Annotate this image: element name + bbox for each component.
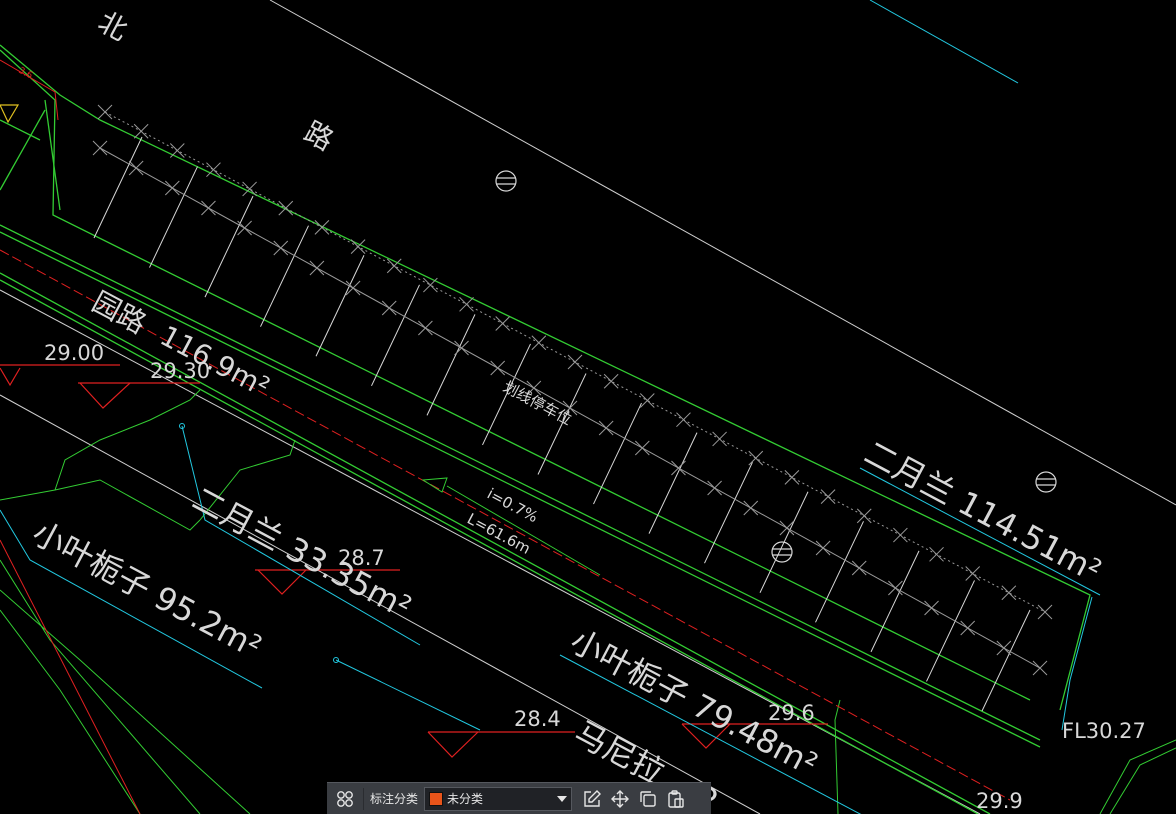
edit-button[interactable] <box>578 785 606 813</box>
elev-29-9: 29.9 <box>976 789 1023 813</box>
copy-icon <box>640 790 656 807</box>
paste-button[interactable] <box>662 785 690 813</box>
category-selected-value: 未分类 <box>447 792 484 806</box>
category-dropdown[interactable]: 未分类 <box>424 786 573 811</box>
paste-icon <box>668 789 684 808</box>
cad-drawing-canvas[interactable]: 北 路 园路 116.9m² 划线停车位 i=0.7% L=61.6m 29.0… <box>0 0 1176 814</box>
chevron-down-icon <box>557 795 568 802</box>
group-icon <box>337 790 353 807</box>
edit-icon <box>584 789 602 807</box>
elev-28-4: 28.4 <box>514 707 561 731</box>
category-label: 标注分类 <box>370 792 419 806</box>
elev-29-00: 29.00 <box>44 341 104 365</box>
elev-29-30: 29.30 <box>150 359 210 383</box>
move-button[interactable] <box>606 785 634 813</box>
elev-fl: FL30.27 <box>1062 719 1146 743</box>
toolbar-separator <box>363 787 364 810</box>
category-color-swatch <box>429 791 444 806</box>
group-button[interactable] <box>331 785 359 813</box>
annotation-toolbar: 标注分类 未分类 <box>327 782 711 814</box>
elev-29-6: 29.6 <box>768 701 815 725</box>
copy-button[interactable] <box>634 785 662 813</box>
move-icon <box>611 789 630 808</box>
